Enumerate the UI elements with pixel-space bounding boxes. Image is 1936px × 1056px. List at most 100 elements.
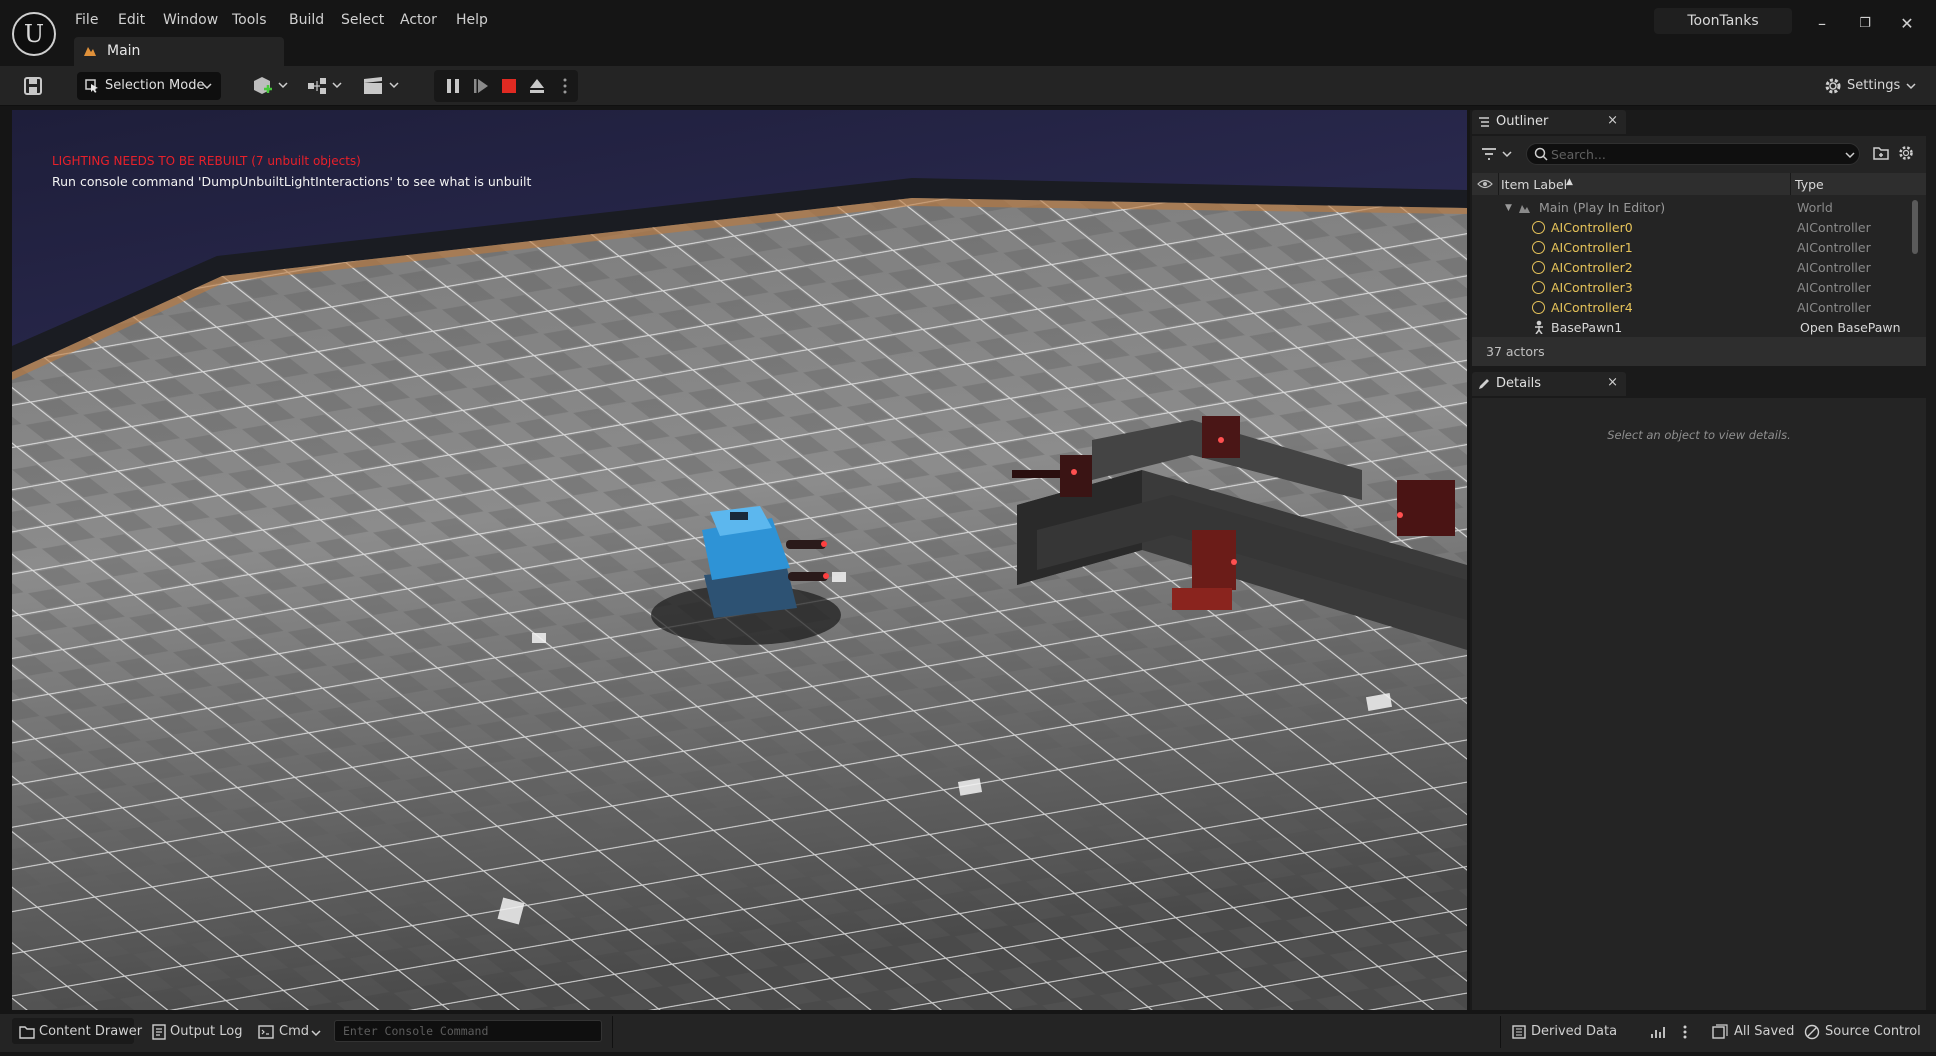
- save-icon[interactable]: [23, 76, 43, 96]
- pawn-icon: [1535, 320, 1543, 334]
- more-options-icon[interactable]: [1682, 1024, 1688, 1040]
- save-all-icon: [1712, 1024, 1728, 1039]
- derived-data-icon: [1512, 1025, 1526, 1039]
- eject-icon[interactable]: [528, 77, 546, 95]
- tab-outliner[interactable]: Outliner ×: [1472, 110, 1626, 134]
- add-actor-icon[interactable]: [251, 75, 291, 97]
- settings-label: Settings: [1847, 78, 1901, 93]
- minimize-icon[interactable]: –: [1810, 12, 1834, 36]
- menu-edit[interactable]: Edit: [118, 10, 145, 30]
- list-item[interactable]: AIController2: [1551, 260, 1633, 275]
- pencil-icon: [1479, 379, 1489, 389]
- frame-skip-icon[interactable]: [472, 77, 490, 95]
- sort-ascending-icon: ▲: [1566, 177, 1573, 187]
- controller-icon: [1532, 221, 1545, 234]
- chevron-down-icon[interactable]: [1845, 151, 1855, 159]
- chevron-down-icon: [202, 83, 212, 90]
- source-control-button[interactable]: Source Control: [1825, 1024, 1921, 1039]
- all-saved-button[interactable]: All Saved: [1734, 1024, 1794, 1039]
- chevron-down-icon[interactable]: [311, 1029, 321, 1037]
- list-item[interactable]: BasePawn1: [1551, 320, 1622, 335]
- tab-details[interactable]: Details ×: [1472, 372, 1626, 396]
- project-name: ToonTanks: [1654, 8, 1792, 34]
- controller-icon: [1532, 261, 1545, 274]
- controller-icon: [1532, 281, 1545, 294]
- open-basepawn-link[interactable]: Open BasePawn: [1800, 320, 1901, 335]
- controller-icon: [1532, 241, 1545, 254]
- selection-mode-dropdown[interactable]: Selection Mode: [77, 72, 221, 100]
- list-item-type: AIController: [1797, 240, 1871, 255]
- menu-actor[interactable]: Actor: [400, 10, 437, 30]
- list-item-type: AIController: [1797, 260, 1871, 275]
- column-type[interactable]: Type: [1795, 177, 1824, 192]
- menu-help[interactable]: Help: [456, 10, 488, 30]
- pause-icon[interactable]: [444, 77, 462, 95]
- selection-mode-label: Selection Mode: [105, 78, 205, 93]
- list-item[interactable]: AIController0: [1551, 220, 1633, 235]
- resource-usage-icon[interactable]: [1650, 1024, 1666, 1040]
- close-icon[interactable]: ×: [1607, 375, 1618, 390]
- collapse-arrow-icon[interactable]: ▼: [1505, 203, 1512, 213]
- details-tab-label: Details: [1496, 376, 1542, 391]
- close-icon[interactable]: ✕: [1895, 12, 1919, 36]
- outliner-search-input[interactable]: Search...: [1526, 143, 1860, 165]
- details-empty-message: Select an object to view details.: [1607, 428, 1791, 442]
- list-item[interactable]: Main (Play In Editor): [1539, 200, 1665, 215]
- controller-icon: [1532, 301, 1545, 314]
- tab-label: Main: [107, 43, 141, 59]
- list-item-type: AIController: [1797, 280, 1871, 295]
- cinematics-icon[interactable]: [362, 75, 402, 97]
- settings-button[interactable]: Settings: [1820, 72, 1920, 100]
- menu-select[interactable]: Select: [341, 10, 384, 30]
- outliner-icon: [1479, 117, 1489, 127]
- blueprint-icon[interactable]: [306, 75, 346, 97]
- chevron-down-icon: [1906, 83, 1916, 90]
- restore-icon[interactable]: ❐: [1853, 12, 1877, 36]
- console-command-input[interactable]: Enter Console Command: [334, 1020, 602, 1042]
- filter-icon[interactable]: [1481, 146, 1515, 162]
- content-drawer-label[interactable]: Content Drawer: [39, 1024, 142, 1039]
- stop-icon[interactable]: [500, 77, 518, 95]
- cmd-dropdown[interactable]: Cmd: [279, 1024, 309, 1039]
- list-item[interactable]: AIController1: [1551, 240, 1633, 255]
- lighting-hint: Run console command 'DumpUnbuiltLightInt…: [52, 174, 532, 189]
- list-item[interactable]: AIController4: [1551, 300, 1633, 315]
- gear-icon[interactable]: [1898, 145, 1914, 161]
- select-arrow-icon: [85, 79, 98, 93]
- close-icon[interactable]: ×: [1607, 113, 1618, 128]
- derived-data-button[interactable]: Derived Data: [1531, 1024, 1617, 1039]
- level-viewport[interactable]: [12, 110, 1467, 1010]
- output-log-button[interactable]: Output Log: [170, 1024, 243, 1039]
- enemy-turret[interactable]: [1397, 480, 1455, 536]
- menu-window[interactable]: Window: [163, 10, 218, 30]
- menu-tools[interactable]: Tools: [232, 10, 267, 30]
- lighting-warning: LIGHTING NEEDS TO BE REBUILT (7 unbuilt …: [52, 154, 361, 168]
- output-log-icon: [152, 1024, 166, 1040]
- search-placeholder: Search...: [1551, 147, 1606, 162]
- column-item-label[interactable]: Item Label: [1501, 177, 1567, 192]
- search-icon: [1534, 147, 1548, 161]
- outliner-scrollbar[interactable]: [1912, 200, 1918, 254]
- list-item-type: World: [1797, 200, 1833, 215]
- gear-icon: [1825, 78, 1841, 94]
- add-folder-icon[interactable]: [1873, 145, 1889, 161]
- list-item[interactable]: AIController3: [1551, 280, 1633, 295]
- tab-main-level[interactable]: Main: [74, 37, 284, 66]
- console-placeholder: Enter Console Command: [343, 1024, 489, 1038]
- list-item-type: AIController: [1797, 300, 1871, 315]
- content-drawer-icon: [19, 1026, 35, 1039]
- list-item-type: AIController: [1797, 220, 1871, 235]
- level-icon: [84, 47, 96, 56]
- source-control-icon: [1804, 1024, 1820, 1040]
- play-options-icon[interactable]: [562, 77, 568, 95]
- details-panel: [1472, 398, 1926, 1010]
- unreal-logo-icon[interactable]: U: [12, 12, 56, 56]
- visibility-eye-icon[interactable]: [1477, 179, 1493, 189]
- enemy-turret[interactable]: [1202, 416, 1240, 458]
- menu-build[interactable]: Build: [289, 10, 324, 30]
- menu-file[interactable]: File: [75, 10, 98, 30]
- world-icon: [1519, 205, 1530, 213]
- terminal-icon: [258, 1025, 274, 1039]
- outliner-tab-label: Outliner: [1496, 114, 1549, 129]
- actors-count: 37 actors: [1486, 344, 1545, 359]
